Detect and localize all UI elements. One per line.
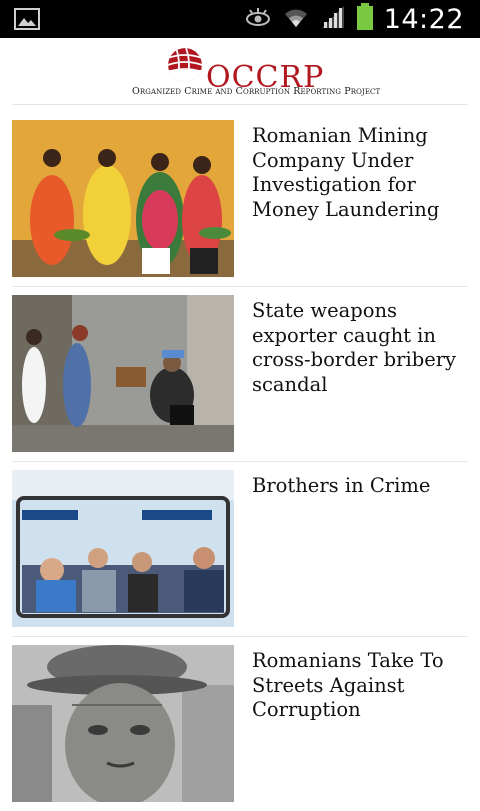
status-bar: 14:22	[0, 0, 480, 38]
gallery-icon	[14, 8, 40, 34]
article-item[interactable]: Romanian Mining Company Under Investigat…	[12, 112, 468, 287]
occrp-logo[interactable]: OCCRP Organized Crime and Corruption Rep…	[130, 46, 380, 102]
globe-logo-icon	[166, 46, 204, 88]
article-title[interactable]: State weapons exporter caught in cross-b…	[252, 299, 472, 397]
article-item[interactable]: State weapons exporter caught in cross-b…	[12, 287, 468, 462]
wifi-icon	[282, 5, 310, 33]
article-item[interactable]: Brothers in Crime	[12, 462, 468, 637]
article-thumbnail[interactable]	[12, 120, 234, 277]
article-list: Romanian Mining Company Under Investigat…	[0, 112, 480, 811]
eye-icon	[244, 6, 272, 32]
app-header: OCCRP Organized Crime and Corruption Rep…	[0, 38, 480, 106]
article-item[interactable]: Romanians Take To Streets Against Corrup…	[12, 637, 468, 811]
brand-tagline: Organized Crime and Corruption Reporting…	[132, 86, 381, 97]
article-thumbnail[interactable]	[12, 295, 234, 452]
article-title[interactable]: Brothers in Crime	[252, 474, 472, 499]
clock: 14:22	[383, 3, 464, 35]
battery-icon	[356, 3, 374, 35]
article-thumbnail[interactable]	[12, 645, 234, 802]
signal-icon	[320, 4, 346, 34]
header-divider	[12, 104, 468, 105]
article-title[interactable]: Romanians Take To Streets Against Corrup…	[252, 649, 472, 723]
article-thumbnail[interactable]	[12, 470, 234, 627]
article-title[interactable]: Romanian Mining Company Under Investigat…	[252, 124, 472, 222]
